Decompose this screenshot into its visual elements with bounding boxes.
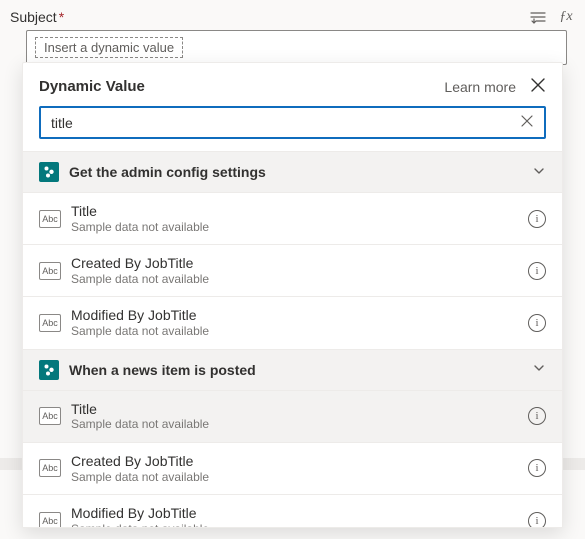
chevron-down-icon[interactable] (532, 361, 546, 378)
dropdown-title: Dynamic Value (39, 78, 145, 95)
search-text[interactable] (51, 115, 520, 131)
info-icon[interactable]: i (528, 314, 546, 332)
learn-more-link[interactable]: Learn more (444, 79, 516, 95)
required-indicator: * (59, 9, 64, 25)
dropdown-body: Get the admin config settingsAbcTitleSam… (23, 151, 562, 527)
field-label: Subject (10, 9, 57, 25)
group-title: Get the admin config settings (69, 164, 266, 180)
subject-input[interactable]: Insert a dynamic value (26, 30, 567, 65)
info-icon[interactable]: i (528, 407, 546, 425)
text-type-icon: Abc (39, 512, 61, 527)
tokens-icon[interactable] (529, 8, 547, 26)
item-name: Modified By JobTitle (71, 505, 209, 522)
info-icon[interactable]: i (528, 459, 546, 477)
text-type-icon: Abc (39, 210, 61, 228)
group-title: When a news item is posted (69, 362, 256, 378)
item-subtext: Sample data not available (71, 470, 209, 484)
chevron-down-icon[interactable] (532, 164, 546, 181)
item-name: Title (71, 203, 209, 220)
sharepoint-icon (39, 162, 59, 182)
item-subtext: Sample data not available (71, 220, 209, 234)
item-name: Title (71, 401, 209, 418)
dynamic-value-placeholder-chip[interactable]: Insert a dynamic value (35, 37, 183, 58)
dynamic-value-item[interactable]: Abc TitleSample data not available i (23, 391, 562, 443)
text-type-icon: Abc (39, 314, 61, 332)
dynamic-value-item[interactable]: Abc Modified By JobTitleSample data not a… (23, 495, 562, 527)
dynamic-value-item[interactable]: Abc Created By JobTitleSample data not av… (23, 443, 562, 495)
search-input[interactable] (39, 106, 546, 139)
sharepoint-icon (39, 360, 59, 380)
item-subtext: Sample data not available (71, 324, 209, 338)
info-icon[interactable]: i (528, 262, 546, 280)
item-name: Created By JobTitle (71, 255, 209, 272)
group-header[interactable]: When a news item is posted (23, 350, 562, 391)
dynamic-value-item[interactable]: Abc TitleSample data not available i (23, 193, 562, 245)
text-type-icon: Abc (39, 262, 61, 280)
item-subtext: Sample data not available (71, 417, 209, 431)
item-name: Created By JobTitle (71, 453, 209, 470)
clear-search-icon[interactable] (520, 114, 534, 131)
dynamic-value-dropdown: Dynamic Value Learn more Get the admin c… (22, 62, 563, 528)
item-name: Modified By JobTitle (71, 307, 209, 324)
fx-icon[interactable]: ƒx (557, 8, 575, 26)
text-type-icon: Abc (39, 459, 61, 477)
close-icon[interactable] (530, 77, 546, 96)
info-icon[interactable]: i (528, 512, 546, 527)
text-type-icon: Abc (39, 407, 61, 425)
info-icon[interactable]: i (528, 210, 546, 228)
item-subtext: Sample data not available (71, 272, 209, 286)
dynamic-value-item[interactable]: Abc Created By JobTitleSample data not av… (23, 245, 562, 297)
dynamic-value-item[interactable]: Abc Modified By JobTitleSample data not a… (23, 297, 562, 349)
item-subtext: Sample data not available (71, 522, 209, 527)
group-header[interactable]: Get the admin config settings (23, 152, 562, 193)
